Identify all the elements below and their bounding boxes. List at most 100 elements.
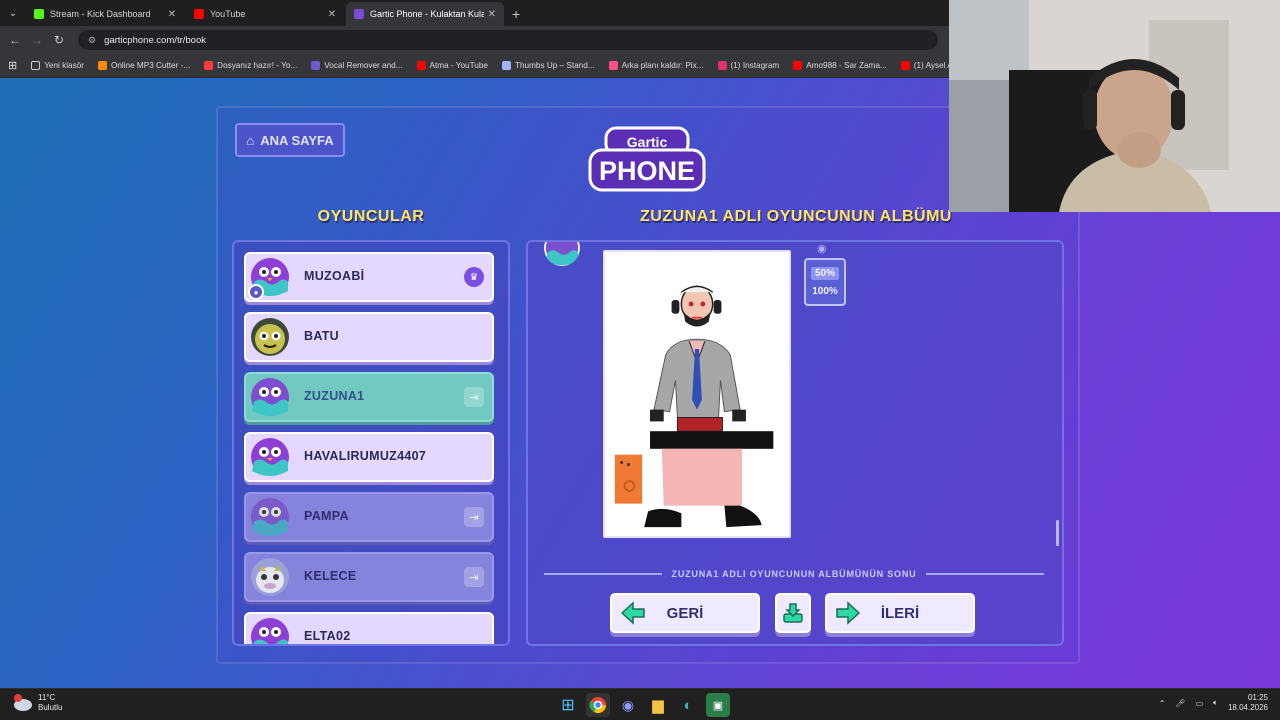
weather-temp: 11°C [38, 693, 56, 702]
next-button[interactable]: İLERİ [825, 593, 975, 633]
url-text: garticphone.com/tr/book [104, 34, 206, 46]
weather-widget[interactable]: 11°C Bulutlu [12, 693, 62, 713]
windows-start-icon[interactable]: ⊞ [556, 693, 580, 717]
next-button-label: İLERİ [880, 604, 920, 622]
player-name: ZUZUNA1 [304, 389, 365, 403]
bookmark-label: Yeni klasör [44, 61, 84, 70]
bookmark-item[interactable]: (1) Instagram [717, 61, 780, 70]
new-tab-icon[interactable]: + [512, 2, 520, 26]
players-panel[interactable]: ● MUZOABİ ♛ BATU ZUZUNA1 ⇥ HAVALIRUMUZ44… [232, 240, 510, 646]
discord-icon[interactable]: ◉ [616, 693, 640, 717]
bookmark-favicon-icon [97, 61, 107, 70]
tab-kick-dashboard[interactable]: Stream - Kick Dashboard ✕ [26, 2, 184, 26]
close-icon[interactable]: ✕ [488, 9, 496, 20]
eye-icon[interactable]: ◉ [817, 242, 827, 255]
back-arrow-icon[interactable]: ← [4, 33, 26, 47]
player-row[interactable]: ELTA02 [244, 612, 494, 644]
youtube-favicon-icon [900, 61, 910, 70]
album-end-text: ZUZUNA1 ADLI OYUNCUNUN ALBÜMÜNÜN SONU [671, 569, 917, 579]
player-avatar [250, 317, 290, 357]
speaker-icon[interactable]: 🔈︎ [1213, 698, 1218, 708]
player-name: ELTA02 [304, 629, 351, 643]
player-avatar [250, 497, 290, 537]
bookmark-label: Thumbs Up – Stand... [514, 61, 595, 70]
player-avatar [250, 437, 290, 477]
player-row[interactable]: ● MUZOABİ ♛ [244, 252, 494, 302]
clock-date: 18.04.2026 [1227, 703, 1268, 712]
crown-icon: ♛ [464, 267, 484, 287]
close-icon[interactable]: ✕ [168, 9, 176, 20]
player-row[interactable]: HAVALIRUMUZ4407 [244, 432, 494, 482]
gartic-phone-logo: Gartic PHONE [588, 126, 706, 192]
bookmark-favicon-icon [608, 61, 618, 70]
album-scrollbar[interactable] [1056, 520, 1059, 546]
bookmark-item[interactable]: Thumbs Up – Stand... [501, 61, 595, 70]
close-icon[interactable]: ✕ [328, 9, 336, 20]
player-avatar [250, 557, 290, 597]
logo-bottom-text: PHONE [599, 156, 695, 186]
bookmark-item[interactable]: Arka planı kaldır: Pix... [608, 61, 704, 70]
album-panel[interactable]: ◉ 50% 100% ZUZUNA1 ADLI OYUNCUNUN ALBÜMÜ… [526, 240, 1064, 646]
url-field[interactable]: ⚙ garticphone.com/tr/book [78, 30, 938, 50]
bookmark-label: Arka planı kaldır: Pix... [621, 61, 704, 70]
forward-arrow-icon[interactable]: → [26, 33, 48, 47]
download-icon [783, 603, 803, 623]
back-button-label: GERİ [666, 604, 704, 622]
tab-title: YouTube [210, 9, 246, 19]
edge-icon[interactable]: ◐ [676, 693, 700, 717]
tab-gartic-phone[interactable]: Gartic Phone - Kulaktan Kulağa ✕ [346, 2, 504, 26]
gartic-app-icon[interactable]: ▣ [706, 693, 730, 717]
chrome-icon[interactable] [586, 693, 610, 717]
bookmark-item[interactable]: Amo988 - Sar Zama... [793, 61, 887, 70]
site-info-icon[interactable]: ⚙ [88, 35, 96, 46]
gartic-favicon-icon [354, 9, 364, 19]
back-button[interactable]: GERİ [610, 593, 760, 633]
apps-grid-icon[interactable]: ⊞ [8, 59, 17, 72]
chevron-up-icon[interactable]: ⌃ [1159, 699, 1166, 708]
bookmark-item[interactable]: Atma - YouTube [416, 61, 488, 70]
player-row[interactable]: KELECE ⇥ [244, 552, 494, 602]
zoom-option-100[interactable]: 100% [812, 286, 838, 297]
bookmark-favicon-icon [204, 61, 214, 70]
youtube-favicon-icon [194, 9, 204, 19]
tab-search-chevron-icon[interactable]: ⌄ [0, 0, 26, 26]
tab-title: Gartic Phone - Kulaktan Kulağa [370, 9, 484, 19]
bookmark-item[interactable]: Vocal Remover and... [311, 61, 403, 70]
zoom-option-50[interactable]: 50% [810, 267, 839, 280]
clock[interactable]: 01:25 18.04.2026 [1228, 693, 1268, 713]
bookmark-item[interactable]: Yeni klasör [31, 61, 84, 70]
zoom-selector[interactable]: 50% 100% [804, 258, 846, 306]
player-name: MUZOABİ [304, 269, 365, 283]
network-icon[interactable]: ▭ [1196, 699, 1204, 708]
youtube-favicon-icon [793, 61, 803, 70]
bookmark-item[interactable]: Dosyanız hazır! - Yo... [204, 61, 297, 70]
player-row[interactable]: ZUZUNA1 ⇥ [244, 372, 494, 422]
microphone-icon[interactable]: 🎤︎ [1175, 699, 1185, 708]
bookmark-label: (1) Instagram [730, 61, 780, 70]
bookmark-favicon-icon [416, 61, 426, 70]
divider-line [926, 573, 1044, 575]
album-owner-avatar [544, 242, 580, 266]
bookmark-item[interactable]: Online MP3 Cutter -... [97, 61, 190, 70]
system-tray: ⌃ 🎤︎ ▭ 🔈︎ 01:25 18.04.2026 [1159, 693, 1268, 713]
bookmark-label: Dosyanız hazır! - Yo... [217, 61, 298, 70]
file-explorer-icon[interactable]: ▆ [646, 693, 670, 717]
exit-icon: ⇥ [464, 387, 484, 407]
host-user-icon: ● [248, 284, 264, 300]
reload-icon[interactable]: ↻ [48, 33, 70, 47]
album-drawing[interactable] [603, 250, 791, 538]
home-button[interactable]: ⌂ ANA SAYFA [235, 123, 345, 157]
album-end-divider: ZUZUNA1 ADLI OYUNCUNUN ALBÜMÜNÜN SONU [544, 567, 1044, 581]
player-row[interactable]: BATU [244, 312, 494, 362]
exit-icon: ⇥ [464, 507, 484, 527]
tab-youtube[interactable]: YouTube ✕ [186, 2, 344, 26]
player-name: KELECE [304, 569, 357, 583]
instagram-icon [717, 61, 727, 70]
cloud-icon [14, 694, 32, 711]
bookmark-label: Atma - YouTube [429, 61, 488, 70]
left-arrow-icon [620, 601, 645, 625]
player-row[interactable]: PAMPA ⇥ [244, 492, 494, 542]
home-icon: ⌂ [246, 132, 255, 148]
download-button[interactable] [775, 593, 811, 633]
bookmark-label: Amo988 - Sar Zama... [806, 61, 887, 70]
